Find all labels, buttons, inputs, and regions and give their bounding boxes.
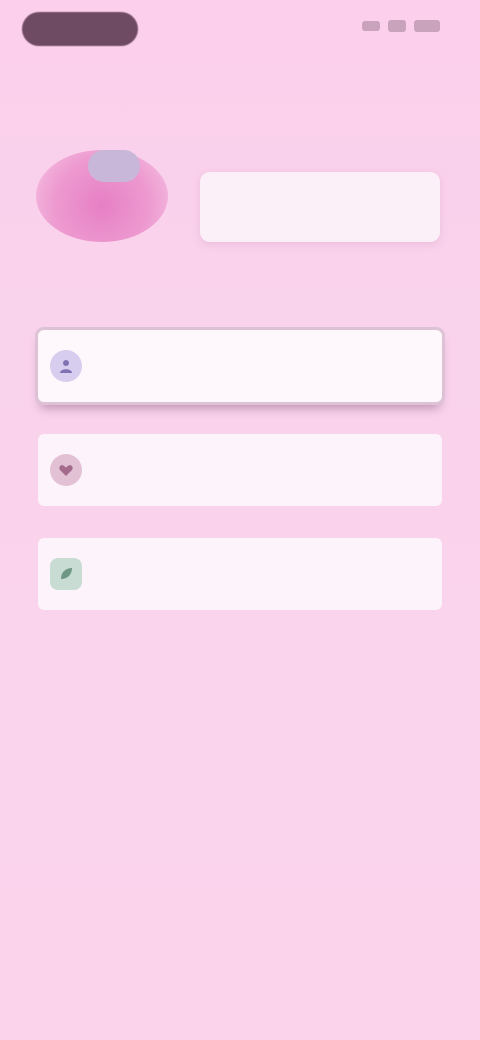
wifi-icon (388, 20, 406, 32)
battery-icon (414, 20, 440, 32)
status-icons (362, 20, 440, 32)
heart-icon (50, 454, 82, 486)
status-bar (0, 0, 480, 60)
profile-info-card[interactable] (200, 172, 440, 242)
avatar-badge (88, 150, 140, 182)
status-pill[interactable] (22, 12, 138, 46)
profile-row (36, 150, 446, 250)
leaf-icon (50, 558, 82, 590)
signal-icon (362, 21, 380, 31)
option-list (38, 330, 442, 642)
option-item-1[interactable] (38, 330, 442, 402)
user-icon (50, 350, 82, 382)
option-item-2[interactable] (38, 434, 442, 506)
option-item-3[interactable] (38, 538, 442, 610)
